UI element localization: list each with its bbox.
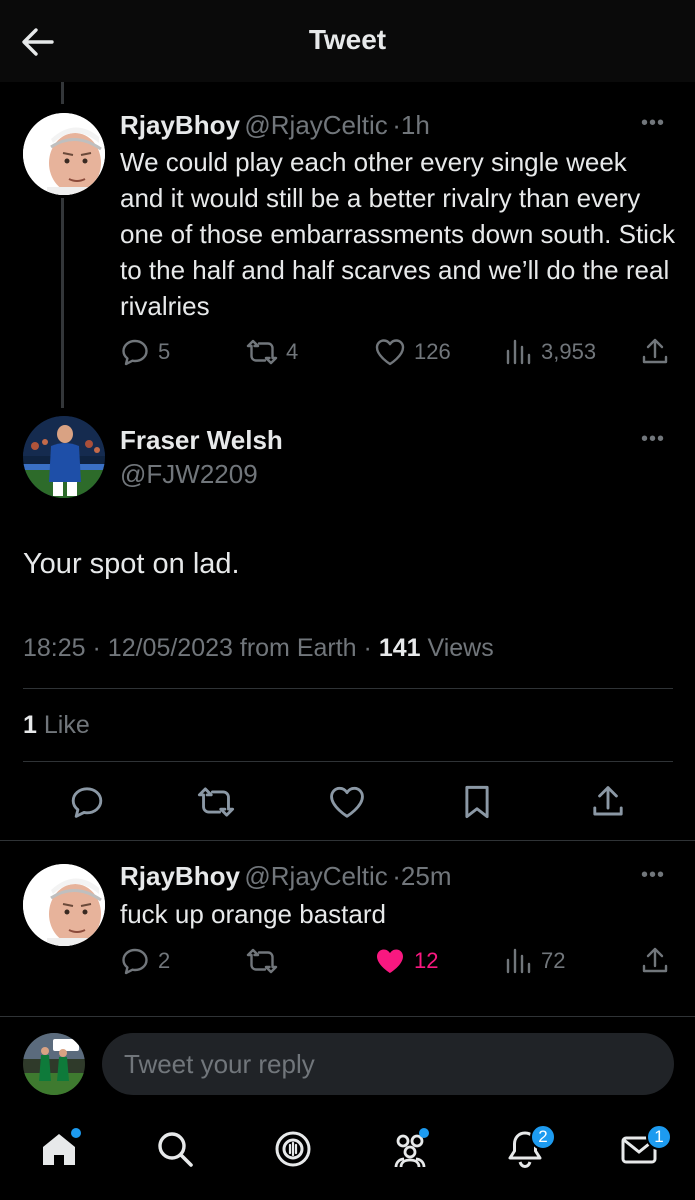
retweet-count: 4 <box>286 339 299 364</box>
retweet-icon <box>197 784 235 820</box>
reply-icon <box>120 946 150 976</box>
messages-badge: 1 <box>646 1124 672 1150</box>
divider <box>0 1016 695 1017</box>
views-chart-icon <box>505 946 533 976</box>
share-button[interactable] <box>640 946 670 976</box>
author-handle[interactable]: @RjayCeltic <box>244 110 387 140</box>
tweet-time: 1h <box>400 110 430 140</box>
like-count: 12 <box>414 948 439 973</box>
share-icon <box>590 784 626 820</box>
thread-line <box>61 82 64 104</box>
likes-label: Like <box>43 711 90 739</box>
tweet-time[interactable]: 18:25 <box>23 634 86 662</box>
nav-search[interactable] <box>150 1126 200 1176</box>
separator-dot: · <box>392 110 401 140</box>
share-icon <box>640 337 670 367</box>
retweet-icon <box>246 337 278 367</box>
bookmark-button[interactable] <box>461 784 493 820</box>
retweet-button[interactable] <box>246 946 278 976</box>
reply-count: 5 <box>158 339 171 364</box>
tweet-text: fuck up orange bastard <box>120 899 386 929</box>
views-count: 72 <box>541 948 566 973</box>
nav-spaces[interactable] <box>268 1126 318 1176</box>
separator-dot: · <box>363 634 372 662</box>
bookmark-icon <box>461 784 493 820</box>
reply-count: 2 <box>158 948 171 973</box>
views-count: 141 <box>378 634 421 662</box>
reply-icon <box>120 337 150 367</box>
tweet-meta: 18:25 · 12/05/2023 from Earth · 141 View… <box>23 634 494 663</box>
tweet-time: 25m <box>400 861 452 891</box>
heart-icon <box>328 784 366 820</box>
author-handle[interactable]: @FJW2209 <box>120 459 258 490</box>
nav-notifications[interactable]: 2 <box>500 1124 556 1176</box>
share-button[interactable] <box>640 337 670 367</box>
tweet-text: We could play each other every single we… <box>120 147 675 321</box>
user-avatar[interactable] <box>23 1033 85 1095</box>
author-name[interactable]: RjayBhoy <box>120 861 240 891</box>
views-chart-icon <box>505 337 533 367</box>
reply-button[interactable]: 2 <box>120 946 170 976</box>
share-button[interactable] <box>590 784 626 820</box>
views-button[interactable]: 3,953 <box>505 337 596 367</box>
heart-icon <box>374 337 406 367</box>
share-icon <box>640 946 670 976</box>
divider <box>23 688 673 689</box>
nav-communities[interactable] <box>385 1126 435 1176</box>
tweet-header: RjayBhoy @RjayCeltic ·1h <box>120 110 430 141</box>
nav-messages[interactable]: 1 <box>614 1124 672 1176</box>
tweet-text: Your spot on lad. <box>23 548 240 580</box>
separator-dot: · <box>92 634 101 662</box>
divider <box>23 761 673 762</box>
retweet-button[interactable]: 4 <box>246 337 298 367</box>
page-title: Tweet <box>308 24 387 55</box>
retweet-icon <box>246 946 278 976</box>
tweet-header: RjayBhoy @RjayCeltic ·25m <box>120 861 452 892</box>
separator-dot: · <box>392 861 401 891</box>
more-options-icon[interactable]: ••• <box>641 428 665 451</box>
views-count: 3,953 <box>541 339 597 364</box>
author-name[interactable]: Fraser Welsh <box>120 425 283 456</box>
reply-icon <box>69 784 105 820</box>
like-button[interactable] <box>328 784 366 820</box>
thread-line <box>61 198 64 408</box>
tweet-date[interactable]: 12/05/2023 <box>108 634 233 662</box>
like-count: 126 <box>414 339 451 364</box>
more-options-icon[interactable]: ••• <box>641 112 665 135</box>
views-label: Views <box>427 634 494 662</box>
spaces-microphone-icon <box>272 1128 314 1175</box>
like-button[interactable]: 126 <box>374 337 451 367</box>
search-icon <box>154 1128 196 1175</box>
notifications-badge: 2 <box>530 1124 556 1150</box>
communities-notification-dot <box>419 1128 429 1138</box>
views-button[interactable]: 72 <box>505 946 565 976</box>
author-handle[interactable]: @RjayCeltic <box>244 861 387 891</box>
top-bar: Tweet <box>0 0 695 82</box>
divider <box>0 840 695 841</box>
heart-filled-icon <box>374 946 406 976</box>
likes-summary[interactable]: 1 Like <box>23 711 90 740</box>
reply-input[interactable] <box>102 1033 674 1095</box>
retweet-button[interactable] <box>197 784 235 820</box>
like-button-active[interactable]: 12 <box>374 946 438 976</box>
home-notification-dot <box>71 1128 81 1138</box>
reply-composer[interactable] <box>102 1033 674 1095</box>
tweet-source: from Earth <box>239 634 357 662</box>
avatar[interactable] <box>23 113 105 195</box>
avatar[interactable] <box>23 416 105 498</box>
nav-home[interactable] <box>34 1126 84 1176</box>
reply-button[interactable]: 5 <box>120 337 170 367</box>
author-name[interactable]: RjayBhoy <box>120 110 240 140</box>
likes-count: 1 <box>23 711 37 739</box>
reply-button[interactable] <box>69 784 105 820</box>
more-options-icon[interactable]: ••• <box>641 864 665 887</box>
avatar[interactable] <box>23 864 105 946</box>
